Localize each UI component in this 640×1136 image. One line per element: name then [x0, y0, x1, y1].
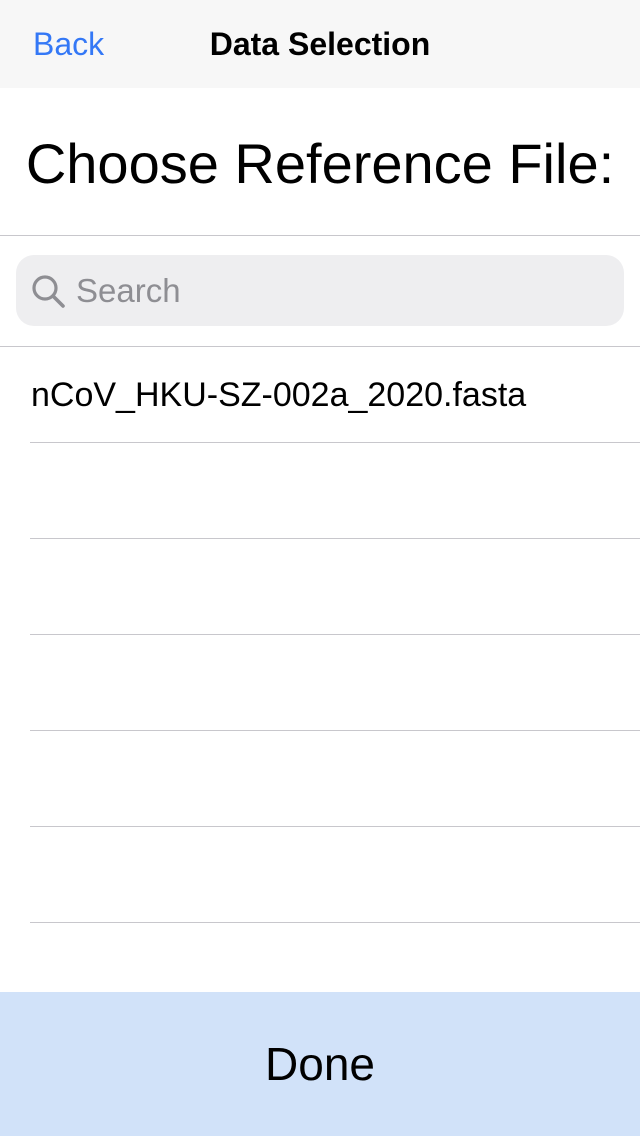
page-heading: Choose Reference File:: [25, 132, 615, 195]
back-button[interactable]: Back: [33, 24, 104, 64]
empty-row: [0, 539, 640, 635]
heading-divider: [0, 235, 640, 236]
done-button-label: Done: [265, 1038, 375, 1090]
file-list: nCoV_HKU-SZ-002a_2020.fasta: [0, 347, 640, 992]
empty-row: [0, 923, 640, 992]
done-button[interactable]: Done: [0, 992, 640, 1136]
search-bar[interactable]: [16, 255, 624, 326]
empty-row: [0, 731, 640, 827]
empty-row: [0, 635, 640, 731]
empty-row: [0, 443, 640, 539]
empty-row: [0, 827, 640, 923]
search-icon: [32, 275, 65, 308]
search-input[interactable]: [76, 255, 606, 326]
screen: Data Selection Back Choose Reference Fil…: [0, 0, 640, 1136]
file-row[interactable]: nCoV_HKU-SZ-002a_2020.fasta: [0, 347, 640, 443]
navigation-bar: Data Selection Back: [0, 0, 640, 88]
file-row-label: nCoV_HKU-SZ-002a_2020.fasta: [31, 376, 527, 414]
